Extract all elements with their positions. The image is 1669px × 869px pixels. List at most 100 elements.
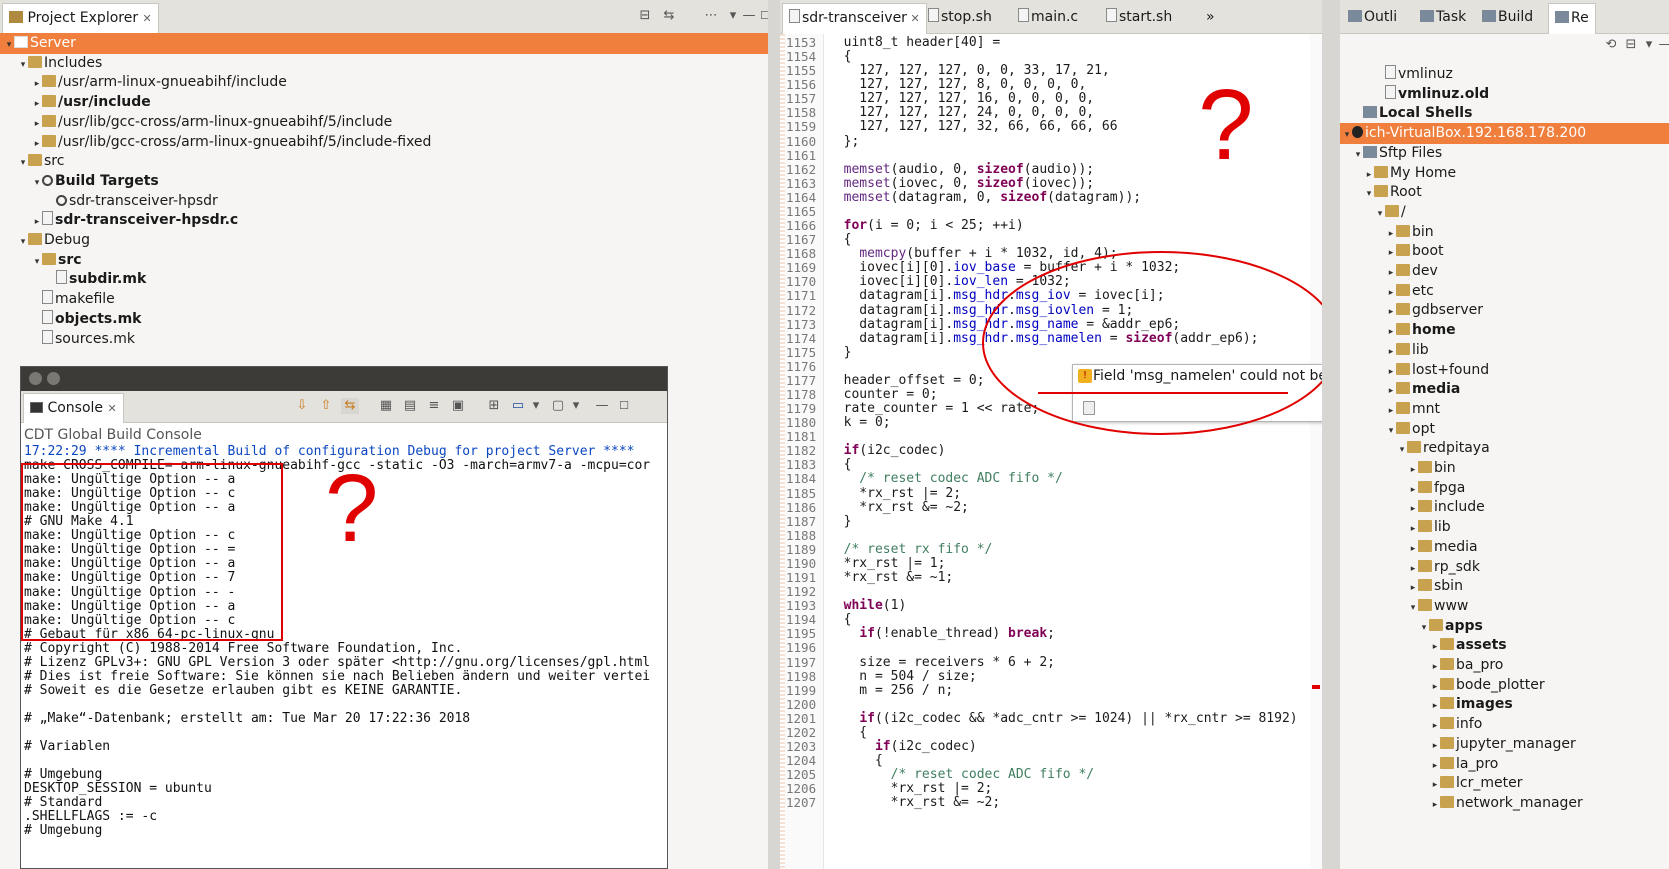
tree-item[interactable]: ▸ la_pro — [1340, 754, 1669, 775]
tab-project-explorer[interactable]: Project Explorer ✕ — [2, 3, 159, 34]
tree-item[interactable]: subdir.mk — [0, 269, 768, 290]
editor-tab[interactable]: main.c — [1012, 3, 1084, 34]
code-line[interactable]: memset(datagram, 0, sizeof(datagram)); — [828, 190, 1308, 205]
close-icon[interactable]: ✕ — [107, 402, 116, 415]
tree-item[interactable]: vmlinuz — [1340, 64, 1669, 85]
tree-item[interactable]: ▾ Sftp Files — [1340, 143, 1669, 164]
tree-item[interactable]: sdr-transceiver-hpsdr — [0, 191, 768, 212]
tree-item[interactable]: ▸ assets — [1340, 635, 1669, 656]
code-line[interactable]: if(!enable_thread) break; — [828, 626, 1308, 641]
collapse-all-icon[interactable]: ⊟ — [1622, 37, 1640, 53]
tree-item[interactable]: ▸ jupyter_manager — [1340, 734, 1669, 755]
tree-item[interactable]: ▸ fpga — [1340, 478, 1669, 499]
tree-item[interactable]: ▸ bin — [1340, 222, 1669, 243]
remote-tab[interactable]: Re — [1548, 3, 1596, 34]
tree-item[interactable]: ▸ lcr_meter — [1340, 773, 1669, 794]
remote-tab[interactable]: Task — [1414, 3, 1472, 34]
code-line[interactable]: { — [828, 457, 1308, 472]
maximize-icon[interactable]: ☐ — [756, 8, 768, 24]
code-line[interactable]: { — [828, 612, 1308, 627]
collapse-arrow-icon[interactable]: ▸ — [1430, 795, 1440, 816]
tree-item[interactable]: ▸ My Home — [1340, 163, 1669, 184]
code-line[interactable]: /* reset rx fifo */ — [828, 542, 1308, 557]
tree-item[interactable]: ▸/usr/arm-linux-gnueabihf/include — [0, 72, 768, 93]
tree-item[interactable]: ▸ lib — [1340, 517, 1669, 538]
editor-tab[interactable]: stop.sh — [922, 3, 998, 34]
clear-console-icon[interactable]: ▦ — [377, 398, 395, 414]
code-line[interactable]: *rx_rst |= 1; — [828, 556, 1308, 571]
code-line[interactable]: /* reset codec ADC fifo */ — [828, 471, 1308, 486]
display-console-icon[interactable]: ▭ — [509, 398, 527, 414]
tree-item[interactable]: ▸ images — [1340, 694, 1669, 715]
minimize-icon[interactable]: — — [1656, 37, 1669, 53]
tree-item[interactable]: ▸ media — [1340, 379, 1669, 400]
copy-icon[interactable]: ▤ — [401, 398, 419, 414]
tree-item[interactable]: ▸ gdbserver — [1340, 300, 1669, 321]
code-line[interactable]: m = 256 / n; — [828, 683, 1308, 698]
code-line[interactable]: n = 504 / size; — [828, 669, 1308, 684]
collapse-all-icon[interactable]: ⊟ — [636, 8, 654, 24]
tree-item[interactable]: sources.mk — [0, 329, 768, 350]
code-line[interactable]: } — [828, 514, 1308, 529]
dropdown-icon[interactable]: ▾ — [567, 398, 585, 414]
scroll-lock-icon[interactable]: ⇆ — [341, 398, 359, 414]
scroll-down-icon[interactable]: ⇩ — [293, 398, 311, 414]
tree-item[interactable]: ▾ ich-VirtualBox.192.168.178.200 — [1340, 123, 1669, 145]
code-line[interactable]: *rx_rst &= ~2; — [828, 500, 1308, 515]
tree-item[interactable]: ▾ www — [1340, 596, 1669, 617]
code-line[interactable]: if(i2c_codec) — [828, 443, 1308, 458]
tree-item[interactable]: ▸ info — [1340, 714, 1669, 735]
tree-item[interactable]: ▸ lib — [1340, 340, 1669, 361]
tree-item[interactable]: ▸ include — [1340, 497, 1669, 518]
tree-item[interactable]: ▾ Root — [1340, 182, 1669, 203]
tree-item[interactable]: ▾ Debug — [0, 230, 768, 251]
tree-item[interactable]: ▸ dev — [1340, 261, 1669, 282]
code-line[interactable]: *rx_rst |= 2; — [828, 781, 1308, 796]
tree-item[interactable]: ▾ redpitaya — [1340, 438, 1669, 459]
tree-item[interactable]: makefile — [0, 289, 768, 310]
tree-item[interactable]: ▸ boot — [1340, 241, 1669, 262]
tree-item[interactable]: ▸ etc — [1340, 281, 1669, 302]
code-line[interactable]: { — [828, 725, 1308, 740]
close-icon[interactable]: ✕ — [907, 12, 919, 25]
tree-item[interactable]: ▾ Includes — [0, 53, 768, 74]
minimize-window-icon[interactable] — [47, 372, 60, 385]
tree-item[interactable]: ▾ / — [1340, 202, 1669, 223]
tree-item[interactable]: ▸/usr/include — [0, 92, 768, 113]
tree-item[interactable]: ▸ network_manager — [1340, 793, 1669, 814]
tree-item[interactable]: objects.mk — [0, 309, 768, 330]
tree-item[interactable]: vmlinuz.old — [1340, 84, 1669, 105]
tree-item[interactable]: ▾ src — [0, 151, 768, 172]
remote-tab[interactable]: Build — [1476, 3, 1539, 34]
filter-icon[interactable]: ⋯ — [702, 8, 720, 24]
code-line[interactable]: /* reset codec ADC fifo */ — [828, 767, 1308, 782]
tree-item[interactable]: ▸ ba_pro — [1340, 655, 1669, 676]
tree-item[interactable]: ▸ bode_plotter — [1340, 675, 1669, 696]
tree-item[interactable]: ▸ home — [1340, 320, 1669, 341]
tree-item[interactable]: ▸ sdr-transceiver-hpsdr.c — [0, 210, 768, 231]
word-wrap-icon[interactable]: ≡ — [425, 398, 443, 414]
close-icon[interactable]: ✕ — [143, 12, 152, 25]
refresh-icon[interactable]: ⟲ — [1602, 37, 1620, 53]
remove-icon[interactable]: ▣ — [449, 398, 467, 414]
code-line[interactable]: *rx_rst |= 2; — [828, 486, 1308, 501]
tree-item[interactable]: ▾ apps — [1340, 616, 1669, 637]
code-line[interactable]: if(i2c_codec) — [828, 739, 1308, 754]
code-line[interactable]: { — [828, 753, 1308, 768]
editor-tab[interactable]: start.sh — [1100, 3, 1178, 34]
remote-tab[interactable]: Outli — [1342, 3, 1403, 34]
tree-item[interactable]: ▸ lost+found — [1340, 360, 1669, 381]
tree-item[interactable]: ▸/usr/lib/gcc-cross/arm-linux-gnueabihf/… — [0, 112, 768, 133]
code-line[interactable]: size = receivers * 6 + 2; — [828, 655, 1308, 670]
code-line[interactable]: while(1) — [828, 598, 1308, 613]
minimize-icon[interactable]: — — [593, 398, 611, 414]
code-line[interactable]: *rx_rst &= ~1; — [828, 570, 1308, 585]
editor-tab[interactable]: sdr-transceiver ✕ — [782, 3, 927, 34]
maximize-icon[interactable]: ☐ — [615, 398, 633, 414]
code-line[interactable]: *rx_rst &= ~2; — [828, 795, 1308, 810]
code-line[interactable]: { — [828, 49, 1308, 64]
tree-item[interactable]: ▸ rp_sdk — [1340, 557, 1669, 578]
tab-console[interactable]: Console ✕ — [23, 393, 124, 423]
tree-item[interactable]: ▸ sbin — [1340, 576, 1669, 597]
new-console-icon[interactable]: ▢ — [549, 398, 567, 414]
